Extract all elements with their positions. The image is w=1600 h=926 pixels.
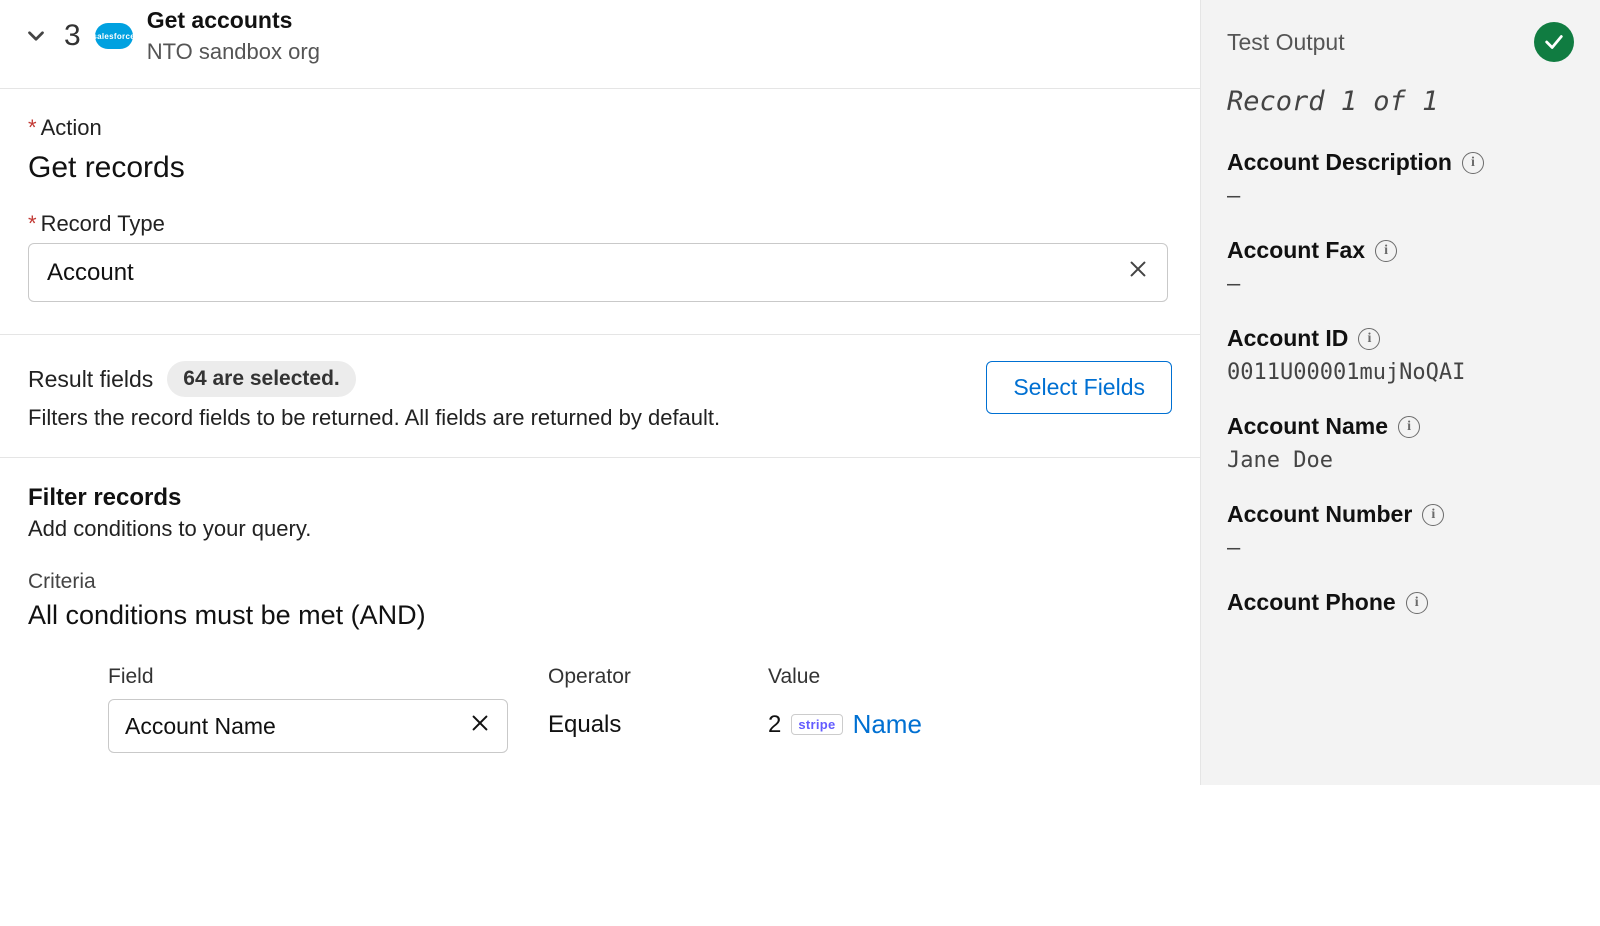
output-field-label: Account Phone — [1227, 589, 1396, 616]
result-fields-title: Result fields — [28, 366, 153, 393]
info-icon[interactable]: i — [1406, 592, 1428, 614]
criteria-label: Criteria — [28, 570, 1172, 594]
value-step-number: 2 — [768, 711, 781, 739]
record-type-label: * Record Type — [28, 211, 1172, 237]
result-fields-desc: Filters the record fields to be returned… — [28, 405, 966, 431]
output-field-value: – — [1227, 536, 1574, 561]
output-field-value: – — [1227, 184, 1574, 209]
output-field-label: Account ID — [1227, 325, 1348, 352]
condition-value[interactable]: 2 stripe Name — [768, 699, 922, 740]
condition-field-value: Account Name — [125, 713, 276, 740]
action-label: * Action — [28, 115, 1172, 141]
column-value-header: Value — [768, 665, 922, 689]
test-output-panel: Test Output Record 1 of 1 Account Descri… — [1200, 0, 1600, 785]
stripe-tag: stripe — [791, 714, 842, 735]
salesforce-icon: salesforce — [95, 23, 133, 49]
required-star: * — [28, 115, 37, 141]
condition-field-combobox[interactable]: Account Name — [108, 699, 508, 753]
value-field-name: Name — [853, 709, 922, 740]
output-field-label: Account Description — [1227, 149, 1452, 176]
step-title: Get accounts — [147, 6, 320, 36]
success-check-icon — [1534, 22, 1574, 62]
record-type-combobox[interactable]: Account — [28, 243, 1168, 302]
step-subtitle: NTO sandbox org — [147, 38, 320, 67]
output-field: Account Phone i — [1227, 589, 1574, 616]
output-field-value: Jane Doe — [1227, 448, 1574, 473]
info-icon[interactable]: i — [1462, 152, 1484, 174]
output-field: Account Name i Jane Doe — [1227, 413, 1574, 473]
output-field-label: Account Fax — [1227, 237, 1365, 264]
result-fields-count-pill: 64 are selected. — [167, 361, 355, 397]
output-field: Account Fax i – — [1227, 237, 1574, 297]
info-icon[interactable]: i — [1358, 328, 1380, 350]
output-field-label: Account Name — [1227, 413, 1388, 440]
required-star: * — [28, 211, 37, 237]
test-output-title: Test Output — [1227, 29, 1345, 56]
info-icon[interactable]: i — [1375, 240, 1397, 262]
column-field-header: Field — [108, 665, 508, 689]
clear-icon[interactable] — [1127, 258, 1149, 287]
output-field: Account ID i 0011U00001mujNoQAI — [1227, 325, 1574, 385]
info-icon[interactable]: i — [1398, 416, 1420, 438]
output-field-label: Account Number — [1227, 501, 1412, 528]
filter-desc: Add conditions to your query. — [28, 516, 1172, 542]
record-counter: Record 1 of 1 — [1227, 86, 1574, 117]
chevron-down-icon[interactable] — [22, 22, 50, 50]
output-field-value: 0011U00001mujNoQAI — [1227, 360, 1574, 385]
output-field: Account Description i – — [1227, 149, 1574, 209]
record-type-value: Account — [47, 259, 134, 287]
output-field: Account Number i – — [1227, 501, 1574, 561]
action-value: Get records — [28, 151, 1172, 185]
step-number: 3 — [64, 19, 81, 53]
info-icon[interactable]: i — [1422, 504, 1444, 526]
condition-operator-value[interactable]: Equals — [548, 699, 728, 739]
condition-row: Field Account Name Operator Equals Value — [28, 665, 1172, 753]
criteria-value: All conditions must be met (AND) — [28, 600, 1172, 631]
column-operator-header: Operator — [548, 665, 728, 689]
clear-icon[interactable] — [469, 712, 491, 740]
filter-title: Filter records — [28, 484, 1172, 512]
output-field-value: – — [1227, 272, 1574, 297]
select-fields-button[interactable]: Select Fields — [986, 361, 1172, 414]
step-header: 3 salesforce Get accounts NTO sandbox or… — [0, 0, 1200, 89]
